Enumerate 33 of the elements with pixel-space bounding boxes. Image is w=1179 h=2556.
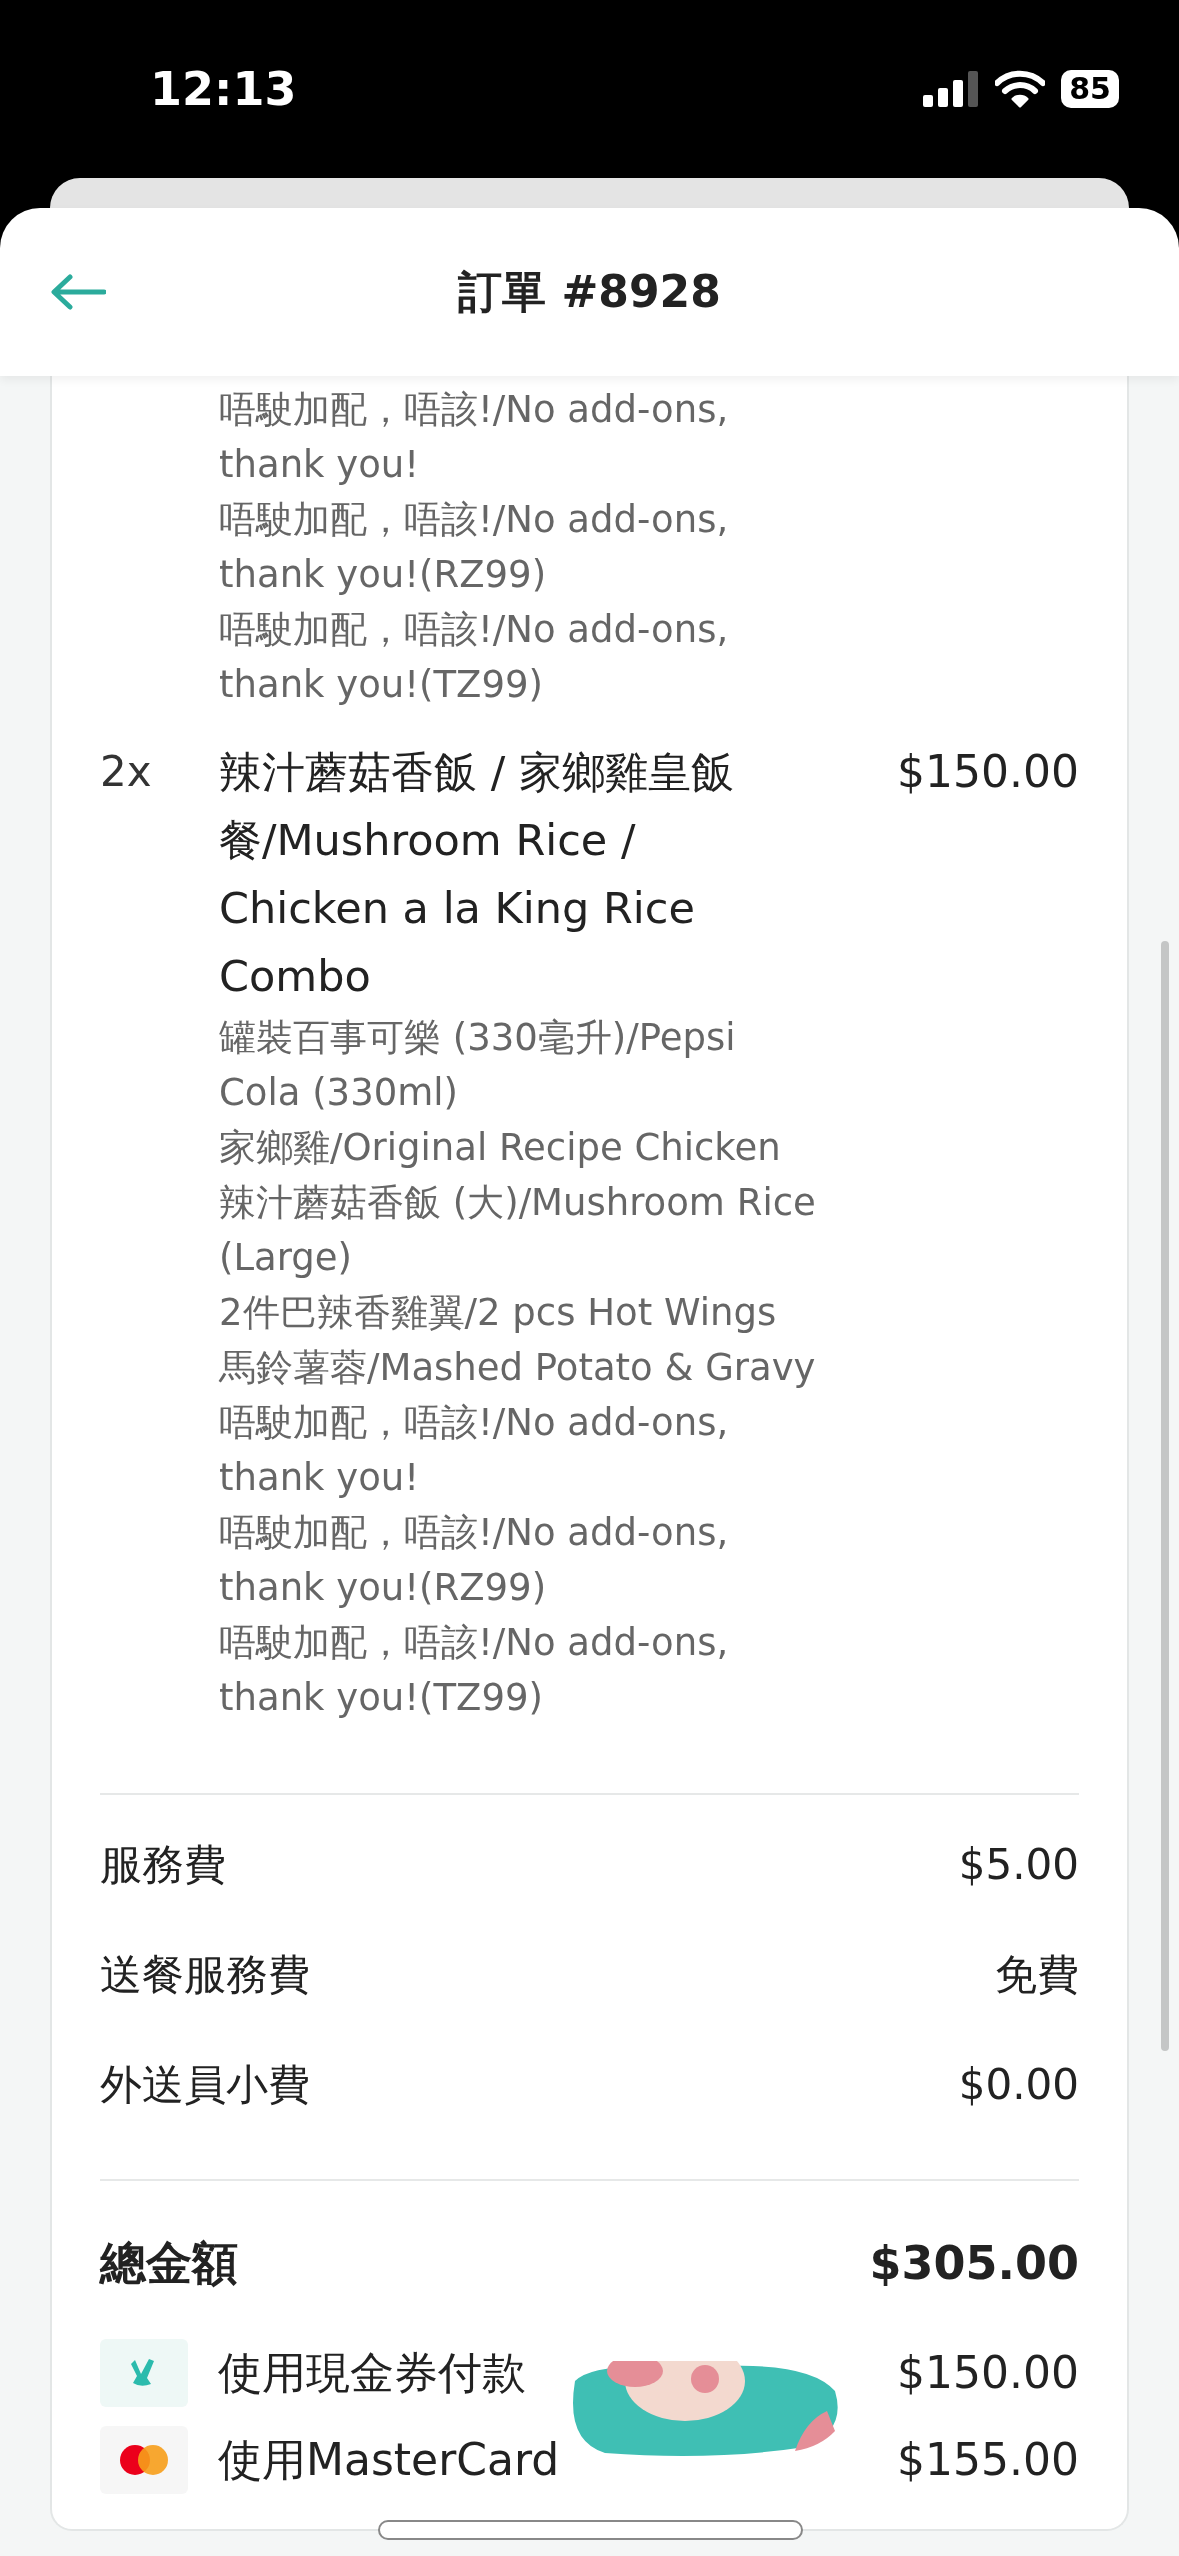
fee-label: 外送員小費 xyxy=(100,2058,310,2111)
item-option: 家鄉雞/Original Recipe Chicken xyxy=(219,1120,819,1175)
payment-amount: $150.00 xyxy=(897,2345,1079,2400)
item-price: $150.00 xyxy=(897,745,1079,799)
item-option: 唔駛加配，唔該!/No add-ons, thank you! xyxy=(219,382,819,492)
fee-label: 送餐服務費 xyxy=(100,1948,310,2001)
fee-label: 服務費 xyxy=(100,1838,226,1891)
item-option: 唔駛加配，唔該!/No add-ons, thank you! xyxy=(219,1395,819,1505)
wifi-icon xyxy=(995,70,1046,108)
payment-label: 使用現金券付款 xyxy=(218,2345,526,2400)
item-option: 唔駛加配，唔該!/No add-ons, thank you!(TZ99) xyxy=(219,1615,819,1725)
total-value: $305.00 xyxy=(869,2234,1079,2292)
payment-label: 使用MasterCard xyxy=(218,2432,560,2487)
item-option: 2件巴辣香雞翼/2 pcs Hot Wings xyxy=(219,1285,819,1340)
item-quantity: 2x xyxy=(100,746,153,798)
fee-value: 免費 xyxy=(995,1948,1079,2001)
item-option: 辣汁蘑菇香飯 (大)/Mushroom Rice (Large) xyxy=(219,1175,819,1285)
item-option: 唔駛加配，唔該!/No add-ons, thank you!(TZ99) xyxy=(219,602,819,712)
order-title: 訂單 #8928 xyxy=(458,265,721,319)
payment-amount: $155.00 xyxy=(897,2432,1079,2487)
item-option: 罐裝百事可樂 (330毫升)/Pepsi Cola (330ml) xyxy=(219,1010,819,1120)
fee-value: $5.00 xyxy=(958,1838,1079,1891)
back-button[interactable] xyxy=(50,274,106,310)
signal-icon xyxy=(923,71,980,107)
total-label: 總金額 xyxy=(100,2234,238,2292)
item-option: 唔駛加配，唔該!/No add-ons, thank you!(RZ99) xyxy=(219,492,819,602)
home-indicator[interactable] xyxy=(378,2520,803,2540)
item-name: 辣汁蘑菇香飯 / 家鄉雞皇飯餐/Mushroom Rice / Chicken a la King Rice Combo xyxy=(219,746,735,1003)
item-option: 唔駛加配，唔該!/No add-ons, thank you!(RZ99) xyxy=(219,1505,819,1615)
item-option: 馬鈴薯蓉/Mashed Potato & Gravy xyxy=(219,1340,819,1395)
status-time: 12:13 xyxy=(150,60,297,118)
fee-value: $0.00 xyxy=(958,2058,1079,2111)
battery-indicator: 85 xyxy=(1061,70,1119,108)
